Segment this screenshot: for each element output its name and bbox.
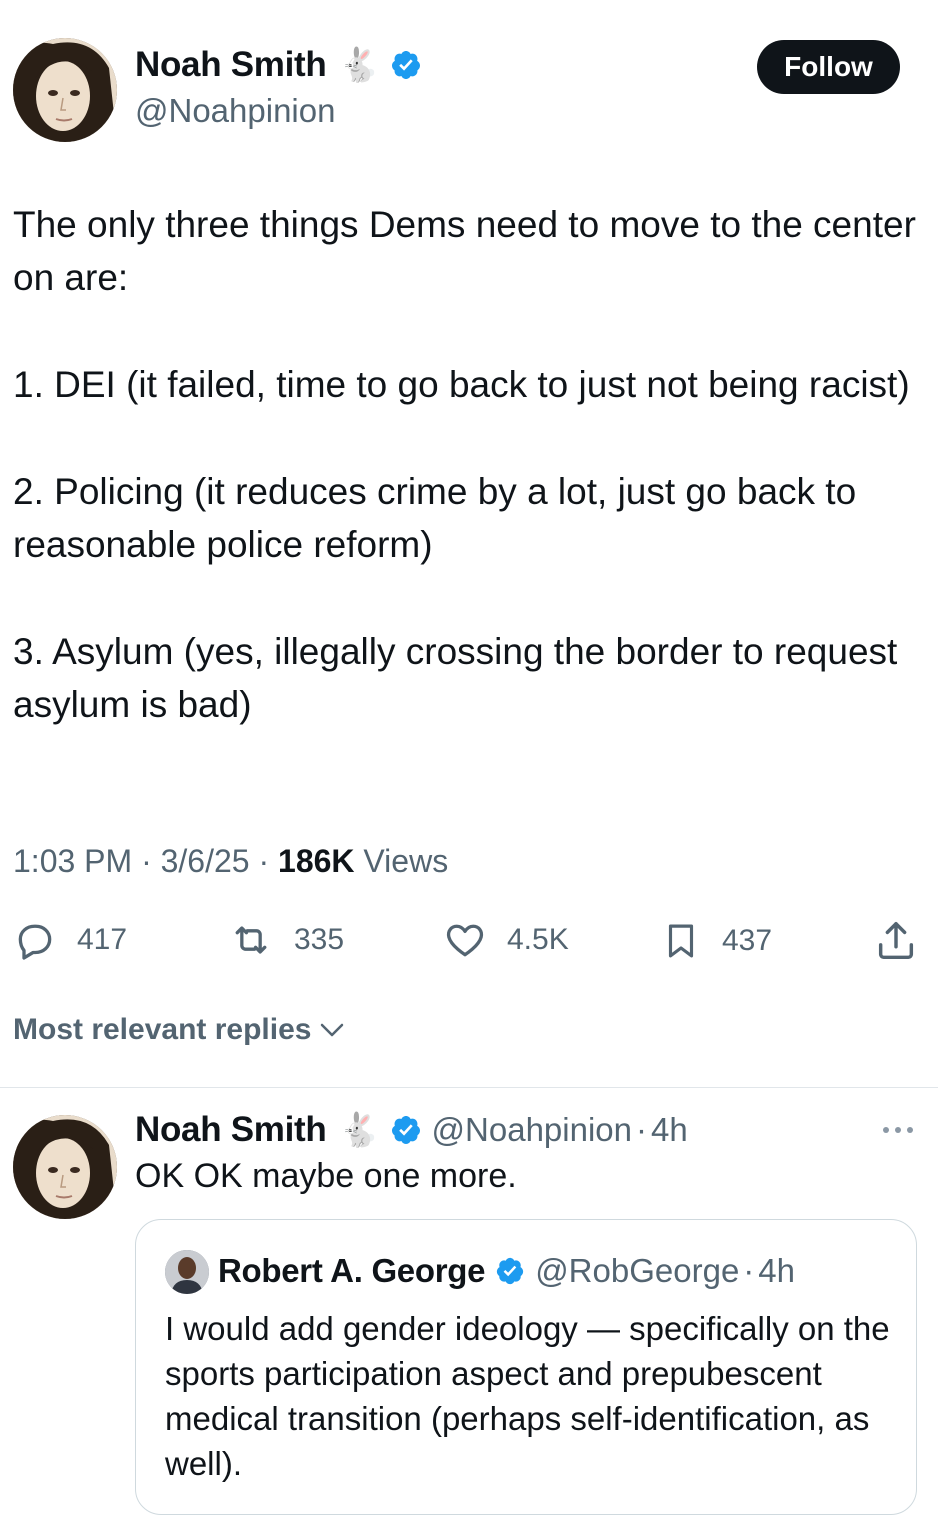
reply-author-handle[interactable]: @Noahpinion — [432, 1111, 632, 1149]
rabbit-emoji: 🐇 — [338, 1110, 380, 1148]
views-label: Views — [363, 843, 449, 879]
tweet-paragraph-policing: 2. Policing (it reduces crime by a lot, … — [13, 471, 857, 565]
reply-count: 417 — [77, 923, 128, 956]
author-avatar[interactable] — [13, 38, 117, 142]
rabbit-emoji: 🐇 — [338, 45, 380, 83]
views-count: 186K — [278, 843, 355, 879]
tweet-paragraph-dei: 1. DEI (it failed, time to go back to ju… — [13, 364, 910, 405]
replies-sort-label: Most relevant replies — [13, 1013, 312, 1046]
meta-separator: · — [258, 843, 270, 879]
reply-header: Noah Smith 🐇 @Noahpinion · 4h — [135, 1110, 688, 1150]
meta-separator: · — [636, 1111, 648, 1148]
follow-button[interactable]: Follow — [757, 40, 900, 94]
repost-icon — [235, 926, 267, 954]
bookmark-icon — [668, 924, 694, 958]
bookmark-button[interactable]: 437 — [660, 918, 772, 964]
meta-separator: · — [743, 1252, 755, 1289]
section-divider — [0, 1087, 938, 1088]
quote-age[interactable]: 4h — [758, 1252, 795, 1290]
tweet-meta: 1:03 PM · 3/6/25 · 186K Views — [13, 843, 448, 880]
like-button[interactable]: 4.5K — [443, 918, 569, 962]
more-options-icon[interactable] — [880, 1118, 916, 1142]
verified-badge-icon — [390, 49, 422, 81]
tweet-paragraph-intro: The only three things Dems need to move … — [13, 204, 916, 298]
reply-author-avatar[interactable] — [13, 1115, 117, 1219]
quote-author-avatar[interactable] — [165, 1250, 209, 1294]
repost-button[interactable]: 335 — [228, 918, 344, 962]
quote-text: I would add gender ideology — specifical… — [165, 1310, 890, 1482]
tweet-date[interactable]: 3/6/25 — [161, 843, 250, 879]
quote-header: Robert A. George @RobGeorge · 4h — [218, 1252, 795, 1290]
share-button[interactable] — [873, 918, 938, 964]
quote-author-handle[interactable]: @RobGeorge — [535, 1252, 739, 1290]
replies-sort-dropdown[interactable]: Most relevant replies — [13, 1013, 347, 1047]
reply-author-name[interactable]: Noah Smith — [135, 1110, 327, 1150]
reply-button[interactable]: 417 — [13, 918, 127, 962]
reply-age[interactable]: 4h — [651, 1111, 688, 1149]
chevron-down-icon — [321, 1023, 344, 1037]
verified-badge-icon — [495, 1256, 525, 1286]
reply-text: OK OK maybe one more. — [135, 1157, 517, 1195]
meta-separator: · — [141, 843, 152, 879]
author-handle[interactable]: @Noahpinion — [135, 92, 335, 130]
heart-icon — [446, 924, 484, 957]
tweet-paragraph-asylum: 3. Asylum (yes, illegally crossing the b… — [13, 631, 898, 725]
reply-icon — [18, 924, 52, 960]
tweet-text: The only three things Dems need to move … — [13, 198, 923, 785]
quote-author-name[interactable]: Robert A. George — [218, 1252, 485, 1290]
bookmark-count: 437 — [722, 924, 773, 957]
author-name[interactable]: Noah Smith — [135, 45, 327, 85]
tweet-time[interactable]: 1:03 PM — [13, 843, 132, 879]
verified-badge-icon — [390, 1114, 422, 1146]
share-icon — [878, 922, 914, 960]
repost-count: 335 — [294, 923, 345, 956]
like-count: 4.5K — [507, 923, 569, 956]
